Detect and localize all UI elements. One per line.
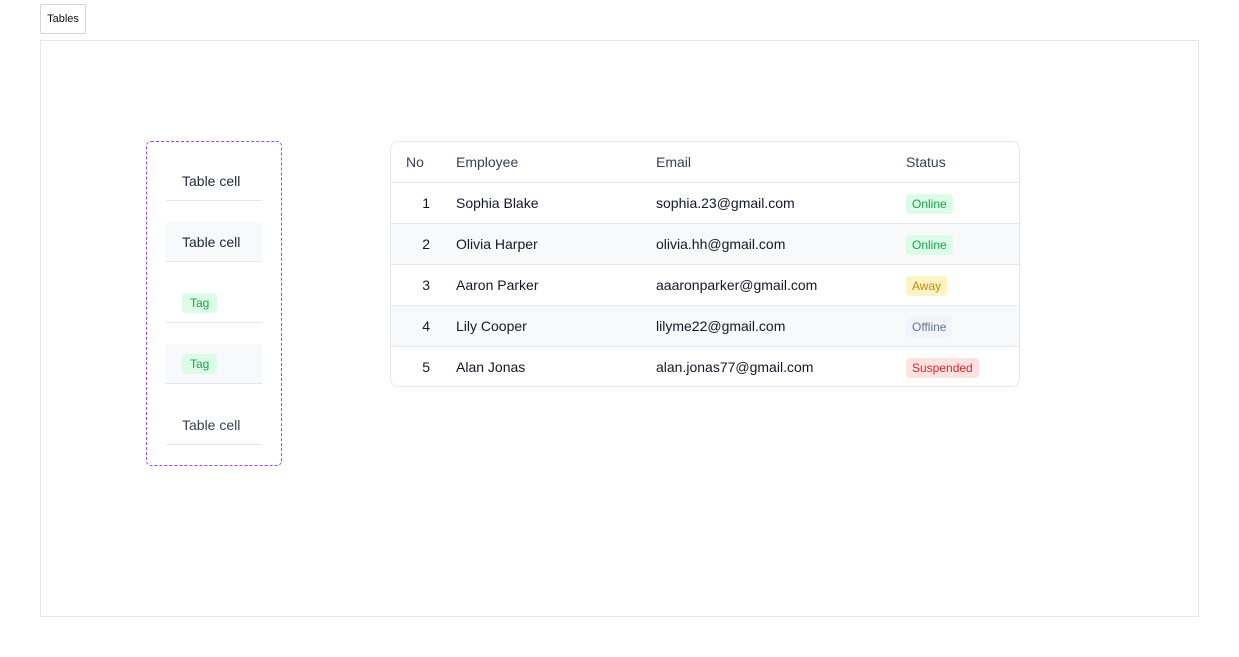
- table-cell-component-set: Table cell Table cell Tag Tag Table cell: [146, 141, 282, 466]
- status-badge: Online: [906, 194, 953, 215]
- column-header-no[interactable]: No: [406, 142, 430, 182]
- status-cell: Suspended: [906, 347, 979, 386]
- employee-email: aaaronparker@gmail.com: [656, 277, 818, 293]
- status-badge: Online: [906, 235, 953, 256]
- row-number: 4: [422, 318, 430, 334]
- employee-name: Sophia Blake: [456, 195, 539, 211]
- table-cell-text: Table cell: [182, 172, 241, 189]
- row-number: 2: [422, 236, 430, 252]
- canvas-frame: Table cell Table cell Tag Tag Table cell…: [40, 40, 1199, 617]
- employee-name: Lily Cooper: [456, 318, 527, 334]
- status-cell: Offline: [906, 306, 953, 346]
- status-badge: Offline: [906, 317, 953, 338]
- column-header-employee[interactable]: Employee: [456, 142, 518, 182]
- tag-badge: Tag: [182, 353, 218, 374]
- employee-table: No Employee Email Status 1 Sophia Blake …: [390, 141, 1020, 387]
- employee-email: alan.jonas77@gmail.com: [656, 359, 814, 375]
- table-row[interactable]: 5 Alan Jonas alan.jonas77@gmail.com Susp…: [391, 347, 1019, 386]
- status-badge: Suspended: [906, 358, 979, 379]
- table-cell-variant: Table cell: [166, 161, 262, 201]
- page-tab-label[interactable]: Tables: [40, 4, 86, 34]
- table-row[interactable]: 1 Sophia Blake sophia.23@gmail.com Onlin…: [391, 183, 1019, 224]
- status-cell: Online: [906, 224, 953, 264]
- employee-name: Alan Jonas: [456, 359, 526, 375]
- status-cell: Away: [906, 265, 948, 305]
- table-cell-variant-striped: Table cell: [166, 222, 262, 262]
- employee-name: Olivia Harper: [456, 236, 538, 252]
- tag-cell-variant: Tag: [166, 283, 262, 323]
- status-cell: Online: [906, 183, 953, 223]
- status-badge: Away: [906, 276, 948, 297]
- tag-badge: Tag: [182, 292, 218, 313]
- employee-email: sophia.23@gmail.com: [656, 195, 795, 211]
- row-number: 5: [422, 359, 430, 375]
- tag-cell-variant-striped: Tag: [166, 344, 262, 384]
- table-cell-text: Table cell: [182, 233, 241, 250]
- table-header-row: No Employee Email Status: [391, 142, 1019, 183]
- row-number: 3: [422, 277, 430, 293]
- column-header-email[interactable]: Email: [656, 142, 691, 182]
- employee-email: lilyme22@gmail.com: [656, 318, 786, 334]
- table-cell-variant-plain: Table cell: [166, 405, 262, 445]
- table-cell-text: Table cell: [182, 416, 241, 433]
- row-number: 1: [422, 195, 430, 211]
- employee-name: Aaron Parker: [456, 277, 539, 293]
- table-row[interactable]: 2 Olivia Harper olivia.hh@gmail.com Onli…: [391, 224, 1019, 265]
- table-row[interactable]: 3 Aaron Parker aaaronparker@gmail.com Aw…: [391, 265, 1019, 306]
- column-header-status[interactable]: Status: [906, 142, 946, 182]
- table-row[interactable]: 4 Lily Cooper lilyme22@gmail.com Offline: [391, 306, 1019, 347]
- employee-email: olivia.hh@gmail.com: [656, 236, 786, 252]
